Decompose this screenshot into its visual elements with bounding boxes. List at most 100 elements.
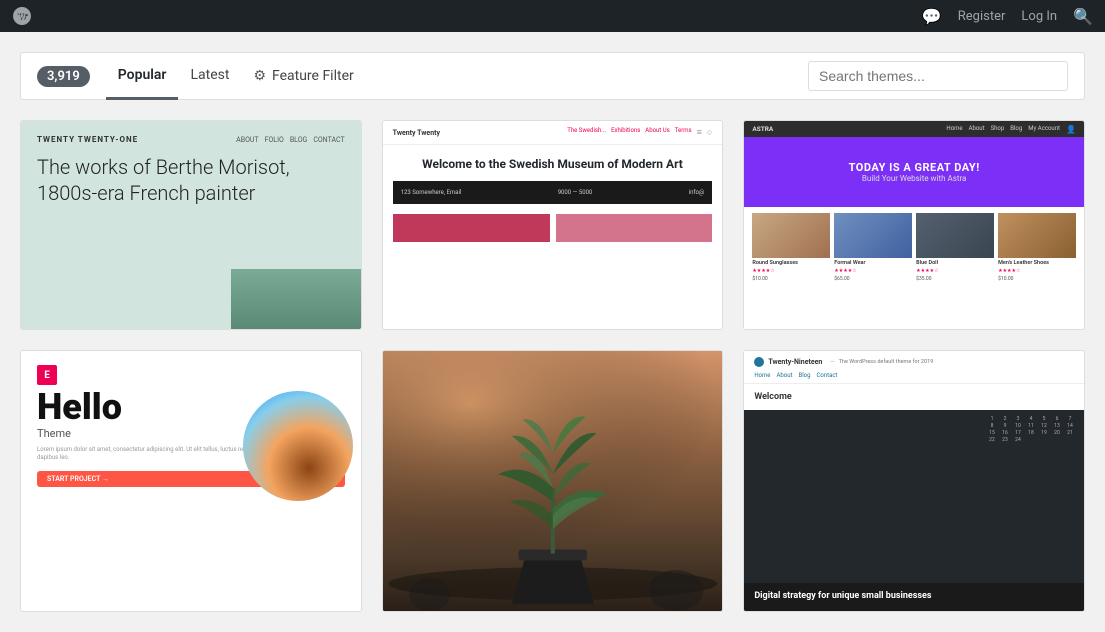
theme-preview-astra: ASTRA Home About Shop Blog My Account 👤 …	[744, 121, 1084, 329]
feature-filter-label: Feature Filter	[272, 68, 354, 84]
feature-filter[interactable]: ⚙ Feature Filter	[241, 54, 365, 98]
theme-name: Astra	[744, 329, 1084, 330]
plant-svg	[383, 351, 723, 611]
astra-product-name-3: Blue Doll	[916, 260, 994, 266]
nav-contact: CONTACT	[313, 136, 344, 144]
theme-preview-twenty-twenty-one: TWENTY TWENTY-ONE ABOUT FOLIO BLOG CONTA…	[21, 121, 361, 329]
astra-product-name-1: Round Sunglasses	[752, 260, 830, 266]
tn-dark-section: 1 2 3 4 5 6 7 8 9 10 11 12 13 14	[744, 410, 1084, 611]
tt-contact-2: 9000 — 5000	[558, 189, 593, 196]
hello-circle-image	[243, 391, 353, 501]
tn-welcome: Welcome	[744, 384, 1084, 410]
tn-nav-about: About	[776, 372, 792, 379]
tn-header: Twenty-Nineteen — The WordPress default …	[744, 351, 1084, 384]
astra-nav-account: My Account	[1028, 125, 1060, 134]
plant-background	[383, 351, 723, 611]
tt-nav-3: About Us	[645, 127, 669, 138]
tn-tagline: The WordPress default theme for 2019	[839, 359, 934, 365]
tt-dark-section: 123 Somewhere, Email 9000 — 5000 info@	[393, 181, 713, 204]
astra-subline: Build Your Website with Astra	[862, 174, 966, 183]
search-icon[interactable]: 🔍	[1073, 7, 1093, 26]
theme-name: Twenty Twenty	[383, 329, 723, 330]
theme-card-twenty-nineteen[interactable]: Twenty-Nineteen — The WordPress default …	[743, 350, 1085, 612]
astra-nav-shop: Shop	[991, 125, 1005, 134]
register-link[interactable]: Register	[958, 9, 1006, 24]
theme-name: OceanWP	[383, 611, 723, 612]
astra-product-1: Round Sunglasses ★★★★☆ $10.00	[752, 213, 830, 323]
tn-digital-strategy: Digital strategy for unique small busine…	[744, 583, 1084, 611]
theme-count: 3,919	[37, 66, 90, 87]
theme-card-oceanwp[interactable]: OceanWP	[382, 350, 724, 612]
nav-about: ABOUT	[236, 136, 258, 144]
tn-digital-strategy-text: Digital strategy for unique small busine…	[754, 591, 1074, 603]
tt-pink-section	[383, 208, 723, 248]
preview-nav: ABOUT FOLIO BLOG CONTACT	[236, 136, 345, 144]
astra-nav-blog: Blog	[1010, 125, 1022, 134]
tt-nav-4: Terms	[675, 127, 692, 138]
admin-bar-right: 💬 Register Log In 🔍	[922, 7, 1093, 26]
astra-product-3: Blue Doll ★★★★☆ $35.00	[916, 213, 994, 323]
admin-bar: W 💬 Register Log In 🔍	[0, 0, 1105, 32]
tn-nav-blog: Blog	[798, 372, 810, 379]
nav-blog: BLOG	[290, 136, 308, 144]
main-content: 3,919 Popular Latest ⚙ Feature Filter TW…	[0, 32, 1105, 632]
theme-preview-oceanwp	[383, 351, 723, 611]
astra-product-2: Formal Wear ★★★★☆ $65.00	[834, 213, 912, 323]
theme-card-twenty-twenty-one[interactable]: TWENTY TWENTY-ONE ABOUT FOLIO BLOG CONTA…	[20, 120, 362, 330]
svg-text:W: W	[18, 12, 26, 22]
nav-folio: FOLIO	[265, 136, 284, 144]
tt-contact-1: 123 Somewhere, Email	[401, 189, 462, 196]
tt-logo: Twenty Twenty	[393, 129, 440, 137]
tn-nav-contact: Contact	[816, 372, 837, 379]
tn-site-name: Twenty-Nineteen	[768, 358, 822, 366]
tab-latest[interactable]: Latest	[178, 53, 241, 100]
login-link[interactable]: Log In	[1021, 9, 1057, 24]
tn-calendar: 1 2 3 4 5 6 7 8 9 10 11 12 13 14	[986, 416, 1076, 443]
astra-product-name-2: Formal Wear	[834, 260, 912, 266]
astra-headline: TODAY IS A GREAT DAY!	[849, 161, 980, 174]
astra-price-4: $10.00	[998, 276, 1076, 282]
astra-stars-4: ★★★★☆	[998, 268, 1076, 274]
tt-hero: Welcome to the Swedish Museum of Modern …	[383, 145, 723, 181]
filter-bar: 3,919 Popular Latest ⚙ Feature Filter	[20, 52, 1085, 100]
astra-top-bar: ASTRA Home About Shop Blog My Account 👤	[744, 121, 1084, 137]
astra-stars-2: ★★★★☆	[834, 268, 912, 274]
tn-nav: Home About Blog Contact	[754, 370, 1074, 379]
tn-site-logo: Twenty-Nineteen — The WordPress default …	[754, 357, 1074, 367]
astra-price-2: $65.00	[834, 276, 912, 282]
wordpress-logo[interactable]: W	[12, 6, 32, 26]
tab-popular[interactable]: Popular	[106, 53, 179, 100]
astra-product-name-4: Men's Leather Shoes	[998, 260, 1076, 266]
tt-pink-block-1	[393, 214, 550, 242]
tt-pink-block-2	[556, 214, 713, 242]
astra-nav-home: Home	[946, 125, 962, 134]
theme-preview-twenty-nineteen: Twenty-Nineteen — The WordPress default …	[744, 351, 1084, 611]
filter-tabs: Popular Latest ⚙ Feature Filter	[106, 53, 366, 100]
astra-product-img-3	[916, 213, 994, 258]
astra-product-4: Men's Leather Shoes ★★★★☆ $10.00	[998, 213, 1076, 323]
admin-bar-left: W	[12, 6, 32, 26]
tn-dash: —	[830, 359, 834, 365]
preview-header: TWENTY TWENTY-ONE ABOUT FOLIO BLOG CONTA…	[37, 135, 345, 144]
theme-name: Twenty Twenty-One	[21, 329, 361, 330]
astra-product-img-4	[998, 213, 1076, 258]
astra-products: Round Sunglasses ★★★★☆ $10.00 Formal Wea…	[744, 207, 1084, 329]
search-themes	[808, 61, 1068, 91]
theme-preview-twenty-twenty: Twenty Twenty The Swedish... Exhibitions…	[383, 121, 723, 329]
theme-card-twenty-twenty[interactable]: Twenty Twenty The Swedish... Exhibitions…	[382, 120, 724, 330]
theme-name: Hello Elementor	[21, 611, 361, 612]
tt-nav-2: Exhibitions	[611, 127, 640, 138]
astra-site-name: ASTRA	[752, 125, 773, 133]
search-input[interactable]	[808, 61, 1068, 91]
theme-card-hello-elementor[interactable]: E Hello Theme Lorem ipsum dolor sit amet…	[20, 350, 362, 612]
gear-icon: ⚙	[253, 68, 266, 84]
astra-header: TODAY IS A GREAT DAY! Build Your Website…	[744, 137, 1084, 207]
theme-card-astra[interactable]: ASTRA Home About Shop Blog My Account 👤 …	[743, 120, 1085, 330]
astra-account-icon: 👤	[1066, 125, 1076, 134]
astra-price-1: $10.00	[752, 276, 830, 282]
preview-site-title: TWENTY TWENTY-ONE	[37, 135, 138, 144]
themes-grid: TWENTY TWENTY-ONE ABOUT FOLIO BLOG CONTA…	[20, 120, 1085, 612]
comments-icon[interactable]: 💬	[922, 7, 942, 26]
tn-nav-home: Home	[754, 372, 770, 379]
astra-product-img-2	[834, 213, 912, 258]
